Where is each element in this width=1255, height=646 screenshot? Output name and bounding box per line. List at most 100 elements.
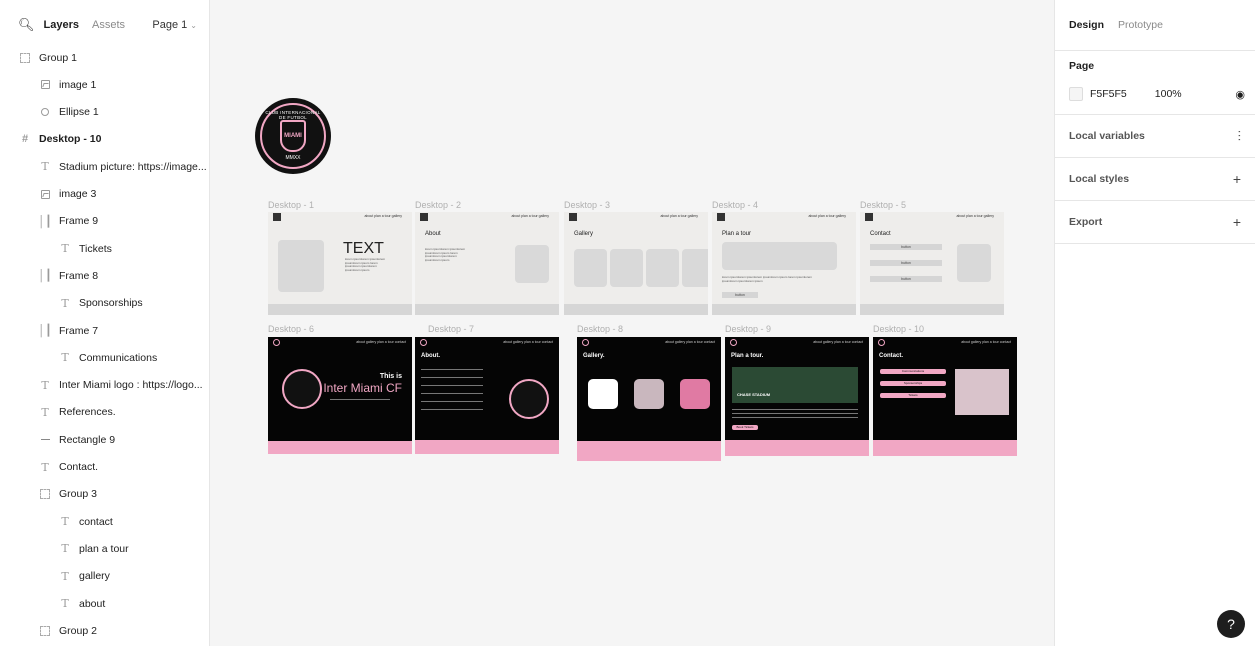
layer-item[interactable]: Tcontact (0, 508, 209, 535)
body-text (732, 417, 858, 418)
layer-item[interactable]: T Inter Miami logo : https://logo... (0, 372, 209, 399)
frame-label-desktop-6[interactable]: Desktop - 6 (268, 324, 314, 334)
page-opacity-value[interactable]: 100% (1155, 88, 1182, 100)
image-icon (38, 80, 52, 90)
layer-item[interactable]: Ellipse 1 (0, 99, 209, 126)
layer-item[interactable]: T Sponsorships (0, 290, 209, 317)
page-selector[interactable]: Page 1 ⌄ (152, 19, 197, 31)
design-panel-tabs: Design Prototype (1055, 0, 1255, 50)
frame-footer (415, 304, 559, 315)
layer-item[interactable]: T Stadium picture: https://image... (0, 153, 209, 180)
body-text (421, 401, 483, 402)
help-button[interactable]: ? (1217, 610, 1245, 638)
frame-label-desktop-4[interactable]: Desktop - 4 (712, 200, 758, 210)
frame-desktop-4[interactable]: about plan a tour gallery Plan a tour lo… (712, 212, 856, 315)
frame-desktop-10[interactable]: about gallery plan a tour contact Contac… (873, 337, 1017, 456)
text-icon: T (41, 378, 49, 392)
frame-label-desktop-8[interactable]: Desktop - 8 (577, 324, 623, 334)
hero-small-title: This is (379, 373, 402, 380)
tab-assets[interactable]: Assets (92, 19, 125, 31)
section-title: Plan a tour. (731, 353, 764, 359)
search-icon[interactable]: 🔍︎ (18, 17, 35, 33)
frame-desktop-9[interactable]: about gallery plan a tour contact Plan a… (725, 337, 869, 456)
frame-label-desktop-10[interactable]: Desktop - 10 (873, 324, 924, 334)
section-title: About. (421, 353, 440, 359)
body-text (421, 409, 483, 410)
layer-item[interactable]: Tplan a tour (0, 535, 209, 562)
text-icon: T (61, 569, 69, 583)
inter-miami-logo[interactable]: CLUB INTERNACIONAL DE FUTBOL MIAMI MMXX (255, 98, 331, 174)
image-icon (38, 189, 52, 199)
frame-label-desktop-1[interactable]: Desktop - 1 (268, 200, 314, 210)
layer-label: image 1 (59, 78, 97, 91)
layer-item[interactable]: Group 2 (0, 617, 209, 644)
eye-icon[interactable]: ◉ (1235, 88, 1245, 101)
layer-label: References. (59, 406, 116, 419)
frame-label-desktop-9[interactable]: Desktop - 9 (725, 324, 771, 334)
layer-label: about (79, 597, 106, 610)
nav-logo-placeholder (420, 213, 428, 221)
page-color-value[interactable]: F5F5F5 (1090, 88, 1127, 100)
layer-item[interactable]: Tgallery (0, 563, 209, 590)
plus-icon[interactable]: + (1233, 171, 1241, 187)
frame-desktop-8[interactable]: about gallery plan a tour contact Galler… (577, 337, 721, 461)
layer-item[interactable]: │┃ Frame 8 (0, 262, 209, 289)
layer-item[interactable]: image 1 (0, 71, 209, 98)
frame-desktop-5[interactable]: about plan a tour gallery Contact button… (860, 212, 1004, 315)
nav-links: about gallery plan a tour contact (813, 340, 863, 344)
frame-desktop-1[interactable]: about plan a tour gallery TEXT lorem ips… (268, 212, 412, 315)
layer-item[interactable]: # Desktop - 10 (0, 126, 209, 153)
nav-links: about plan a tour gallery (956, 214, 994, 218)
layer-label: Frame 9 (59, 215, 99, 228)
body-text (421, 385, 483, 386)
layer-item[interactable]: T Contact. (0, 454, 209, 481)
group-icon (38, 489, 52, 500)
plus-icon[interactable]: + (1233, 214, 1241, 230)
frame-desktop-6[interactable]: about gallery plan a tour contact This i… (268, 337, 412, 454)
page-selector-label: Page 1 (152, 19, 188, 31)
image-placeholder (682, 249, 708, 287)
layer-item[interactable]: Tabout (0, 590, 209, 617)
frame-label-desktop-7[interactable]: Desktop - 7 (428, 324, 474, 334)
layer-item[interactable]: T Tickets (0, 235, 209, 262)
hero-text (330, 399, 390, 400)
tab-design[interactable]: Design (1069, 19, 1104, 31)
layer-label: Contact. (59, 461, 99, 473)
layer-label: Desktop - 10 (39, 133, 102, 146)
export-section[interactable]: Export + (1055, 200, 1255, 244)
layer-label: plan a tour (79, 542, 129, 555)
frame-label-desktop-3[interactable]: Desktop - 3 (564, 200, 610, 210)
frame-desktop-2[interactable]: about plan a tour gallery About lorem ip… (415, 212, 559, 315)
frame-label-desktop-2[interactable]: Desktop - 2 (415, 200, 461, 210)
ellipse-icon (38, 108, 52, 117)
nav-links: about gallery plan a tour contact (961, 340, 1011, 344)
tickets-button: Tickets (880, 393, 946, 398)
design-panel: Design Prototype Page F5F5F5 100% ◉ Loca… (1054, 0, 1255, 646)
layer-item[interactable]: │┃ Frame 9 (0, 208, 209, 235)
layer-item[interactable]: │┃ Frame 7 (0, 317, 209, 344)
layer-item[interactable]: Group 3 (0, 481, 209, 508)
contact-button: button (870, 244, 942, 250)
frame-desktop-7[interactable]: about gallery plan a tour contact About. (415, 337, 559, 454)
sliders-icon[interactable]: ⫶ (1238, 128, 1242, 145)
nav-logo-placeholder (273, 213, 281, 221)
layer-item[interactable]: Rectangle 9 (0, 426, 209, 453)
stadium-image: CHASE STADIUM (732, 367, 858, 403)
tab-prototype[interactable]: Prototype (1118, 19, 1163, 31)
tab-layers[interactable]: Layers (44, 19, 79, 31)
layer-item[interactable]: T References. (0, 399, 209, 426)
local-styles-section[interactable]: Local styles + (1055, 157, 1255, 200)
frame-desktop-3[interactable]: about plan a tour gallery Gallery (564, 212, 708, 315)
page-color-swatch[interactable] (1069, 87, 1083, 101)
layer-item[interactable]: image 3 (0, 181, 209, 208)
layer-label: Sponsorships (79, 297, 143, 310)
layer-item[interactable]: Group 1 (0, 44, 209, 71)
nav-links: about plan a tour gallery (364, 214, 402, 218)
layer-label: Frame 8 (59, 269, 99, 282)
local-variables-section[interactable]: Local variables ⫶ (1055, 114, 1255, 157)
layers-panel: 🔍︎ Layers Assets Page 1 ⌄ Group 1 image 1… (0, 0, 210, 646)
page-color-row[interactable]: F5F5F5 100% ◉ (1069, 87, 1245, 101)
canvas[interactable]: CLUB INTERNACIONAL DE FUTBOL MIAMI MMXX … (210, 0, 1054, 646)
layer-item[interactable]: T Communications (0, 344, 209, 371)
frame-label-desktop-5[interactable]: Desktop - 5 (860, 200, 906, 210)
